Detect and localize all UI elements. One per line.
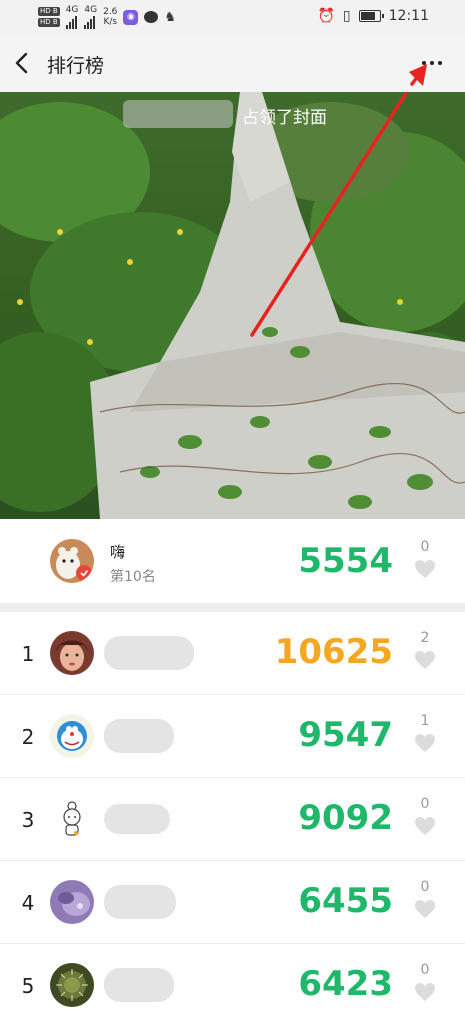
step-count: 6423 <box>298 964 393 1004</box>
blurred-user-name <box>104 885 176 919</box>
like-control[interactable]: 0 <box>413 796 437 836</box>
heart-icon[interactable] <box>414 982 436 1002</box>
heart-icon[interactable] <box>414 816 436 836</box>
like-control[interactable]: 1 <box>413 713 437 753</box>
user-avatar[interactable] <box>50 963 94 1007</box>
cartoon-girl-avatar-icon <box>50 797 94 841</box>
cover-image[interactable]: 占领了封面 <box>0 92 465 519</box>
like-count: 1 <box>420 713 430 729</box>
user-avatar[interactable] <box>50 880 94 924</box>
blurred-user-name <box>104 968 174 1002</box>
like-count: 0 <box>420 796 430 812</box>
my-step-count: 5554 <box>298 541 393 581</box>
user-avatar[interactable] <box>50 714 94 758</box>
rank-number: 5 <box>21 974 35 998</box>
like-count: 2 <box>420 630 430 646</box>
heart-icon[interactable] <box>414 899 436 919</box>
cactus-avatar-icon <box>50 963 94 1007</box>
my-rank-label: 第10名 <box>110 569 156 585</box>
bear-avatar-icon <box>50 539 94 583</box>
my-avatar[interactable] <box>50 539 94 583</box>
heart-icon[interactable] <box>414 559 436 579</box>
doraemon-avatar-icon <box>50 714 94 758</box>
table-row[interactable]: 5 6423 0 <box>0 944 465 1026</box>
user-avatar[interactable] <box>50 797 94 841</box>
rank-number: 1 <box>21 642 35 666</box>
rank-number: 4 <box>21 891 35 915</box>
like-control[interactable]: 0 <box>413 879 437 919</box>
annotation-arrow <box>409 64 427 86</box>
cover-photo <box>0 92 465 519</box>
table-row[interactable]: 1 10625 2 <box>0 612 465 695</box>
like-count: 0 <box>420 962 430 978</box>
step-count: 6455 <box>298 881 393 921</box>
table-row[interactable]: 3 9092 0 <box>0 778 465 861</box>
table-row[interactable]: 2 9547 1 <box>0 695 465 778</box>
leaderboard-list: 1 10625 2 2 9547 1 3 9092 0 4 6455 0 5 6… <box>0 612 465 1026</box>
like-count: 0 <box>420 539 430 555</box>
like-count: 0 <box>420 879 430 895</box>
my-name: 嗨 <box>110 543 126 561</box>
my-ranking-row[interactable]: 嗨 第10名 5554 0 <box>0 519 465 603</box>
heart-icon[interactable] <box>414 650 436 670</box>
like-control[interactable]: 0 <box>413 962 437 1002</box>
like-control[interactable]: 2 <box>413 630 437 670</box>
portrait-avatar-icon <box>50 631 94 675</box>
step-count: 9092 <box>298 798 393 838</box>
blurred-user-name <box>104 804 170 834</box>
my-like-control[interactable]: 0 <box>413 539 437 579</box>
rank-number: 3 <box>21 808 35 832</box>
step-count: 10625 <box>274 632 393 672</box>
section-divider <box>0 603 465 612</box>
heart-icon[interactable] <box>414 733 436 753</box>
rank-number: 2 <box>21 725 35 749</box>
blurred-user-name <box>104 636 194 670</box>
purple-avatar-icon <box>50 880 94 924</box>
step-count: 9547 <box>298 715 393 755</box>
table-row[interactable]: 4 6455 0 <box>0 861 465 944</box>
blurred-user-name <box>104 719 174 753</box>
user-avatar[interactable] <box>50 631 94 675</box>
